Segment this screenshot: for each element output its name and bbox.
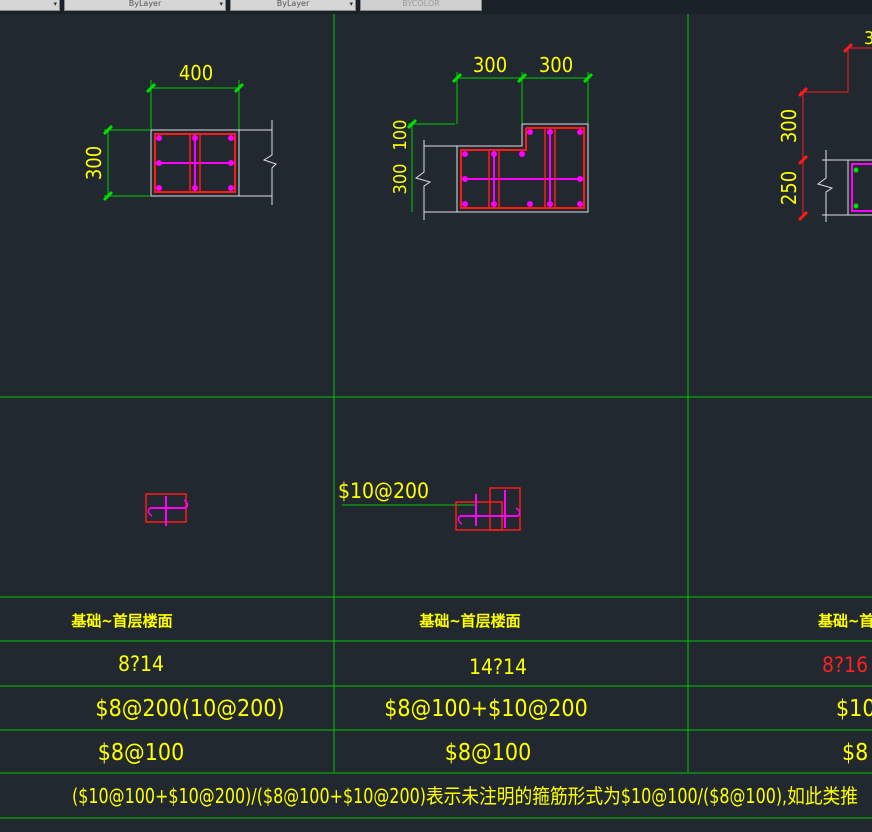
table-cell: 基础~首层楼面 — [70, 612, 172, 630]
rebar-cage — [851, 163, 872, 212]
dim-height-label: 300 — [82, 146, 106, 180]
cad-drawing-canvas[interactable]: 400 300 300 300 100 300 3 300 250 $10@20… — [0, 0, 872, 832]
table-cell: $10 — [836, 696, 872, 722]
table-cell: 14?14 — [469, 655, 527, 679]
column-section-3[interactable]: 3 300 250 — [777, 28, 872, 222]
stirrup-detail-1[interactable] — [145, 493, 189, 526]
table-cell: $8@100 — [98, 740, 185, 766]
table-cell: $8@100 — [445, 740, 532, 766]
rebar-cage — [154, 133, 236, 193]
dim-height-bottom-label: 300 — [390, 164, 411, 195]
stirrup-detail-2[interactable]: $10@200 — [338, 479, 521, 531]
dim-width-left-label: 300 — [473, 53, 507, 77]
table-cell: $8@200(10@200) — [95, 696, 284, 722]
dimension-lines — [104, 80, 240, 197]
dim-top-label: 3 — [864, 28, 872, 49]
dimension-ticks — [406, 72, 594, 130]
table-cell: $8 — [842, 740, 868, 766]
column-section-2[interactable]: 300 300 100 300 — [390, 53, 594, 220]
dim-height-top-label: 100 — [390, 120, 411, 151]
table-row-elevation: 基础~首层楼面 基础~首层楼面 基础~首层楼面 — [70, 612, 872, 630]
dim-height-top-label: 300 — [777, 109, 801, 143]
dimension-lines — [800, 47, 872, 216]
stirrup-spec-label: $10@200 — [338, 479, 429, 503]
column-section-1[interactable]: 400 300 — [82, 61, 277, 205]
table-cell: 基础~首层楼面 — [817, 612, 872, 630]
dim-height-bottom-label: 250 — [777, 171, 801, 205]
table-cell: 8?14 — [118, 652, 164, 676]
table-row-longitudinal: 8?14 14?14 8?16 — [118, 652, 868, 679]
column-outline — [414, 123, 589, 220]
table-cell: $8@100+$10@200 — [384, 696, 588, 722]
table-note: ($10@100+$10@200)/($8@100+$10@200)表示未注明的… — [72, 784, 858, 808]
table-cell: 8?16 — [822, 653, 868, 677]
dim-width-label: 400 — [179, 61, 213, 85]
table-row-stirrup-main: $8@200(10@200) $8@100+$10@200 $10 — [95, 696, 872, 722]
dimension-ticks — [102, 82, 245, 202]
table-row-stirrup-secondary: $8@100 $8@100 $8 — [98, 740, 869, 766]
table-cell: 基础~首层楼面 — [418, 612, 520, 630]
dim-width-right-label: 300 — [539, 53, 573, 77]
